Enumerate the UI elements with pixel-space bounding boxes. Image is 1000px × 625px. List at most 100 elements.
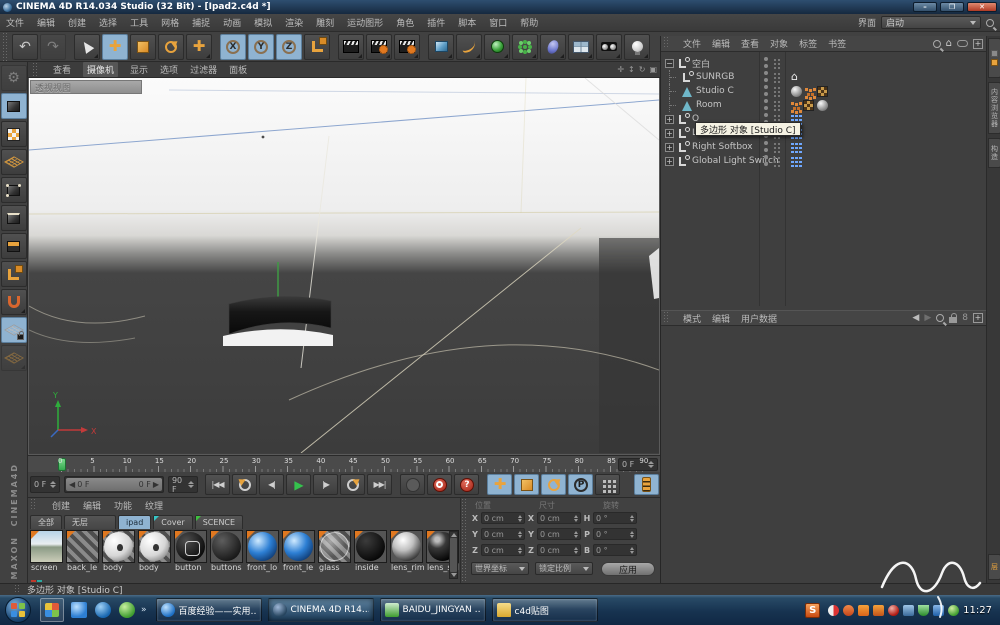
search-icon[interactable]: [986, 19, 994, 27]
expand-toggle[interactable]: +: [665, 157, 674, 166]
am-menu-userdata[interactable]: 用户数据: [741, 312, 777, 325]
rot-h-field[interactable]: 0 °: [593, 512, 637, 524]
material-item[interactable]: buttons: [210, 530, 245, 574]
material-thumb-inside[interactable]: [354, 530, 387, 563]
material-grip[interactable]: [30, 498, 37, 511]
object-row-sunrgb[interactable]: SUNRGB ⌂: [661, 70, 987, 84]
camera-button[interactable]: [596, 34, 622, 60]
viewport-view-label[interactable]: 透视视图: [30, 80, 142, 94]
om-menu-tags[interactable]: 标签: [799, 37, 817, 50]
material-thumb-buttons[interactable]: [210, 530, 243, 563]
texture-tag-icon[interactable]: [817, 86, 828, 97]
material-thumb-lensrim[interactable]: [390, 530, 423, 563]
quick-launch-pinned[interactable]: [40, 598, 64, 622]
history-icon[interactable]: 8: [962, 313, 968, 323]
visibility-dots[interactable]: [763, 57, 768, 69]
selection-tag-icon[interactable]: [791, 102, 794, 105]
coords-grip[interactable]: [461, 498, 468, 583]
overflow-chevron-icon[interactable]: »: [141, 605, 147, 615]
minimize-button[interactable]: –: [913, 2, 937, 12]
viewport-menu-view[interactable]: 查看: [53, 63, 71, 76]
autokey-help-button[interactable]: ?: [454, 474, 479, 495]
environment-floor-button[interactable]: [568, 34, 594, 60]
prev-frame-button[interactable]: ◀|: [259, 474, 284, 495]
material-item[interactable]: button: [174, 530, 209, 574]
material-item[interactable]: glass: [318, 530, 353, 574]
undo-button[interactable]: ↶: [12, 34, 38, 60]
tray-windows-icon[interactable]: [933, 605, 944, 616]
workplane-mode-button[interactable]: [1, 149, 27, 175]
object-label[interactable]: Right Softbox: [692, 142, 753, 152]
visibility-dots[interactable]: [763, 85, 768, 97]
perspective-viewport[interactable]: Y X: [28, 78, 660, 455]
taskbar-item-cinema4d[interactable]: CINEMA 4D R14.…: [268, 598, 374, 622]
material-thumb-body2[interactable]: [138, 530, 171, 563]
rot-p-field[interactable]: 0 °: [593, 528, 637, 540]
object-label[interactable]: Room: [696, 100, 722, 110]
tab-objects[interactable]: [988, 38, 1000, 78]
key-rotation-toggle[interactable]: [541, 474, 566, 495]
material-menu-function[interactable]: 功能: [114, 499, 132, 512]
lock-y-axis-button[interactable]: Y: [248, 34, 274, 60]
collapse-toggle[interactable]: −: [665, 59, 674, 68]
menu-item-mograph[interactable]: 运动图形: [347, 16, 383, 29]
viewport-grip[interactable]: [32, 62, 39, 77]
layout-preset-dropdown[interactable]: 启动: [881, 16, 981, 29]
object-row-studio-c[interactable]: Studio C: [661, 84, 987, 98]
menu-item-tools[interactable]: 工具: [130, 16, 148, 29]
viewport-menu-camera[interactable]: 摄像机: [83, 62, 118, 77]
path-bar-icon[interactable]: [957, 40, 968, 47]
xpresso-tag-icon[interactable]: [791, 157, 794, 160]
render-settings-button[interactable]: [394, 34, 420, 60]
points-mode-button[interactable]: [1, 177, 27, 203]
xpresso-tag-icon[interactable]: [791, 115, 794, 118]
pos-y-field[interactable]: 0 cm: [481, 528, 525, 540]
texture-mode-button[interactable]: [1, 121, 27, 147]
tab-layers[interactable]: 层: [988, 554, 1000, 580]
menu-item-file[interactable]: 文件: [6, 16, 24, 29]
play-button[interactable]: ▶: [286, 474, 311, 495]
ie-icon[interactable]: [95, 602, 111, 618]
menu-item-sculpt[interactable]: 雕刻: [316, 16, 334, 29]
om-search-icon[interactable]: [933, 40, 941, 48]
render-picture-viewer-button[interactable]: [366, 34, 392, 60]
scroll-down-icon[interactable]: [451, 573, 457, 577]
object-row-global-light-switch[interactable]: + Global Light Switch: [661, 154, 987, 168]
om-grip[interactable]: [663, 36, 670, 49]
key-position-toggle[interactable]: ✚: [487, 474, 512, 495]
om-menu-file[interactable]: 文件: [683, 37, 701, 50]
material-thumb-button[interactable]: [174, 530, 207, 563]
menu-item-create[interactable]: 创建: [68, 16, 86, 29]
material-item[interactable]: front_lo: [246, 530, 281, 574]
tab-no-layer[interactable]: 无层: [64, 515, 116, 529]
add-bookmark-icon[interactable]: +: [973, 39, 983, 49]
modeling-generator-button[interactable]: [512, 34, 538, 60]
viewport-zoom-icon[interactable]: ↕: [628, 65, 635, 74]
last-tool-button[interactable]: ✚: [186, 34, 212, 60]
material-item[interactable]: screen: [30, 530, 65, 574]
frame-stepper[interactable]: [648, 461, 654, 468]
tray-download-icon[interactable]: [843, 605, 854, 616]
object-label[interactable]: SUNRGB: [696, 72, 734, 82]
coordinate-space-dropdown[interactable]: 世界坐标: [471, 562, 529, 575]
polygons-mode-button[interactable]: [1, 233, 27, 259]
taskbar-item-c4d-textures-folder[interactable]: c4d贴图: [492, 598, 598, 622]
size-x-field[interactable]: 0 cm: [537, 512, 581, 524]
goto-end-button[interactable]: ▶▶|: [367, 474, 392, 495]
am-menu-mode[interactable]: 模式: [683, 312, 701, 325]
material-tag-icon[interactable]: [791, 86, 802, 97]
expand-toggle[interactable]: +: [665, 143, 674, 152]
tray-flame2-icon[interactable]: [873, 605, 884, 616]
taskbar-item-baidu-folder[interactable]: BAIDU_JINGYAN …: [380, 598, 486, 622]
light-button[interactable]: [624, 34, 650, 60]
play-reverse-button[interactable]: [232, 474, 257, 495]
new-panel-icon[interactable]: +: [973, 313, 983, 323]
edges-mode-button[interactable]: [1, 205, 27, 231]
material-menu-create[interactable]: 创建: [52, 499, 70, 512]
menu-item-character[interactable]: 角色: [396, 16, 414, 29]
menu-item-window[interactable]: 窗口: [489, 16, 507, 29]
tray-update-icon[interactable]: [948, 605, 959, 616]
apply-button[interactable]: 应用: [601, 562, 655, 576]
pos-x-field[interactable]: 0 cm: [481, 512, 525, 524]
object-label[interactable]: 空白: [692, 57, 710, 70]
